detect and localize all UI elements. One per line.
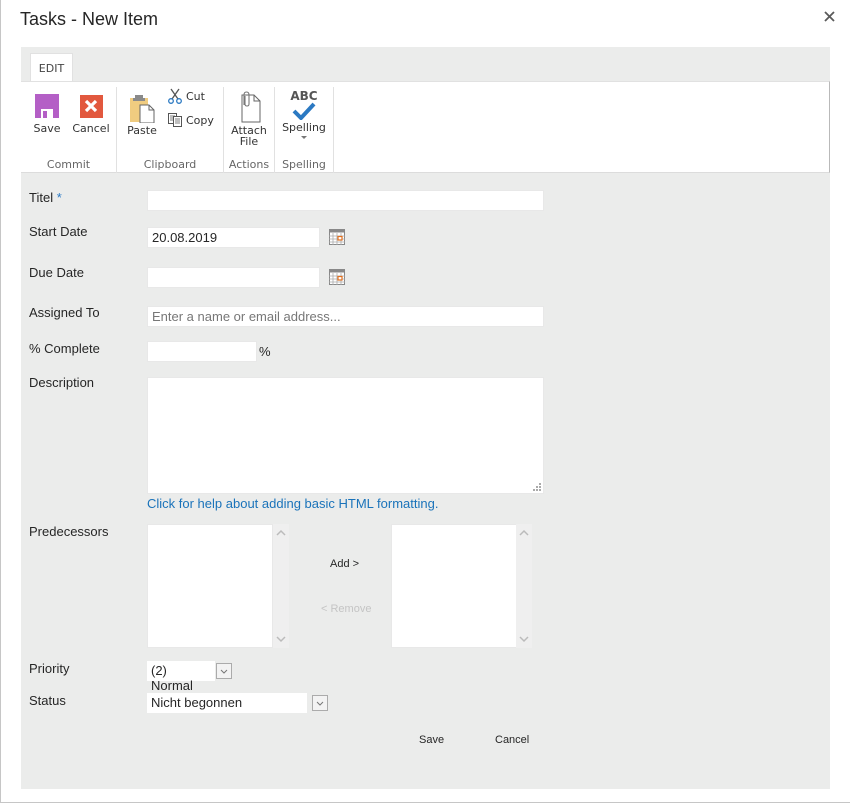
start-date-calendar-icon[interactable]	[329, 229, 345, 245]
add-predecessor-button[interactable]: Add >	[330, 558, 359, 570]
group-label-clipboard: Clipboard	[143, 158, 197, 171]
percent-complete-label: % Complete	[29, 341, 100, 356]
assigned-to-input[interactable]: Enter a name or email address...	[147, 306, 544, 327]
cancel-icon	[80, 95, 103, 118]
cancel-label: Cancel	[72, 122, 110, 135]
ribbon-group-actions: Attach File Actions	[224, 87, 275, 173]
available-list-scrollbar[interactable]	[273, 524, 289, 648]
description-textarea[interactable]	[147, 377, 544, 494]
dialog-title: Tasks - New Item	[20, 9, 159, 29]
description-label: Description	[29, 375, 95, 390]
ribbon-group-spelling: ABC Spelling Spelling	[275, 87, 334, 173]
save-label: Save	[33, 122, 61, 135]
ribbon-cut-button[interactable]: Cut	[167, 88, 205, 104]
footer-cancel-button[interactable]: Cancel	[495, 734, 529, 746]
ribbon-paste-button[interactable]: Paste	[125, 93, 159, 136]
save-icon	[35, 94, 59, 118]
close-button[interactable]	[822, 9, 838, 25]
cut-label: Cut	[186, 89, 205, 103]
chevron-down-icon	[220, 669, 228, 674]
scroll-up-icon[interactable]	[276, 529, 286, 537]
chevron-down-icon	[316, 701, 324, 706]
new-item-dialog: Tasks - New Item EDIT Save Cancel Commit…	[0, 0, 850, 803]
paste-label: Paste	[127, 124, 157, 137]
selected-predecessors-list[interactable]	[391, 524, 517, 648]
attach-label-line2: File	[239, 135, 259, 148]
spelling-abc-text: ABC	[290, 89, 318, 103]
status-label: Status	[29, 693, 66, 708]
ribbon-attach-file-button[interactable]: Attach File	[229, 91, 269, 147]
due-date-label: Due Date	[29, 265, 84, 280]
ribbon-group-commit: Save Cancel Commit	[21, 87, 117, 173]
remove-predecessor-button[interactable]: < Remove	[321, 603, 371, 615]
status-dropdown-button[interactable]	[312, 695, 328, 711]
tab-edit[interactable]: EDIT	[30, 53, 73, 83]
spelling-check-icon	[292, 102, 316, 120]
ribbon-group-clipboard: Paste Cut Copy Clipboard	[117, 87, 224, 173]
resize-grip-icon[interactable]	[533, 483, 541, 491]
required-marker: *	[56, 190, 62, 205]
group-label-spelling: Spelling	[282, 158, 326, 171]
title-label-text: Titel	[29, 190, 54, 205]
close-icon	[824, 11, 835, 22]
attach-file-icon	[241, 91, 261, 123]
priority-select[interactable]: (2) Normal	[147, 661, 215, 693]
dropdown-arrow-icon	[301, 136, 307, 139]
group-label-commit: Commit	[46, 158, 91, 171]
footer-save-button[interactable]: Save	[419, 734, 444, 746]
ribbon-spelling-button[interactable]: ABC Spelling	[279, 90, 329, 140]
percent-complete-input[interactable]	[147, 341, 257, 362]
cut-icon	[168, 88, 182, 104]
selected-list-scrollbar[interactable]	[516, 524, 532, 648]
paste-icon	[130, 95, 155, 123]
priority-label: Priority	[29, 661, 70, 676]
priority-dropdown-button[interactable]	[216, 663, 232, 679]
scroll-down-icon[interactable]	[519, 635, 529, 643]
scroll-up-icon[interactable]	[519, 529, 529, 537]
ribbon-save-button[interactable]: Save	[31, 93, 63, 134]
copy-icon	[168, 113, 182, 127]
html-help-link[interactable]: Click for help about adding basic HTML f…	[147, 496, 438, 511]
form-frame: EDIT Save Cancel Commit Paste Cut Copy C…	[21, 47, 830, 789]
status-select[interactable]: Nicht begonnen	[147, 693, 307, 713]
assigned-to-label: Assigned To	[29, 305, 100, 320]
spelling-label: Spelling	[282, 121, 326, 134]
ribbon-copy-button[interactable]: Copy	[167, 112, 214, 128]
start-date-input[interactable]: 20.08.2019	[147, 227, 320, 248]
title-input[interactable]	[147, 190, 544, 211]
due-date-calendar-icon[interactable]	[329, 269, 345, 285]
scroll-down-icon[interactable]	[276, 635, 286, 643]
ribbon-tab-row: EDIT	[21, 47, 830, 83]
group-label-actions: Actions	[228, 158, 270, 171]
due-date-input[interactable]	[147, 267, 320, 288]
ribbon-cancel-button[interactable]: Cancel	[71, 93, 111, 134]
start-date-label: Start Date	[29, 224, 88, 239]
percent-suffix: %	[259, 344, 271, 359]
predecessors-label: Predecessors	[29, 524, 109, 539]
copy-label: Copy	[186, 113, 214, 127]
title-label: Titel *	[29, 190, 62, 205]
ribbon: Save Cancel Commit Paste Cut Copy Clipbo…	[21, 81, 830, 173]
available-predecessors-list[interactable]	[147, 524, 273, 648]
